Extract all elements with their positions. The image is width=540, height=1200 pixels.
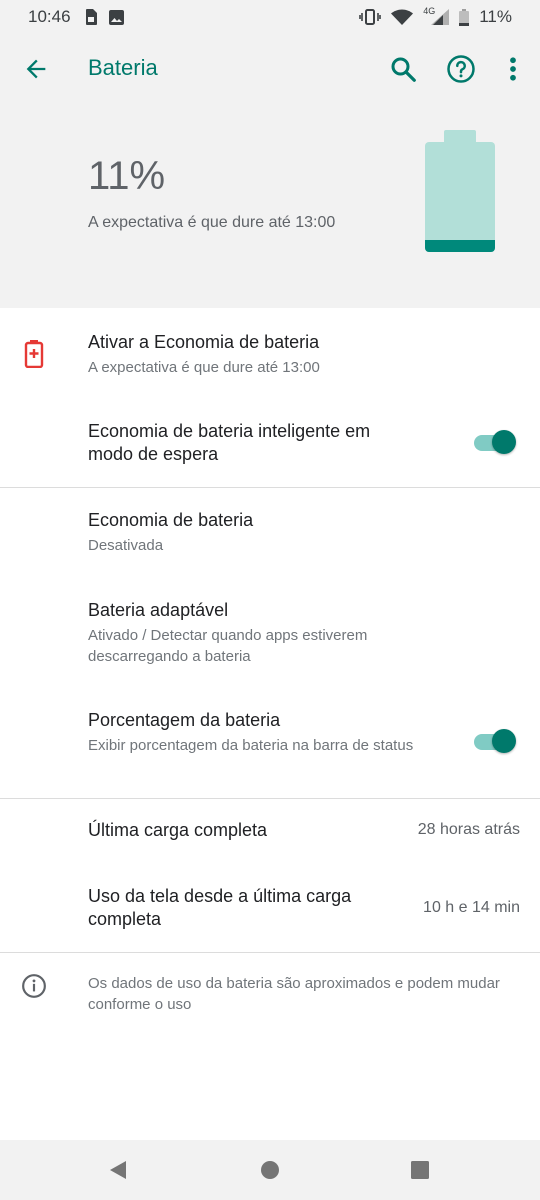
item-title: Uso da tela desde a última carga complet… — [88, 886, 352, 929]
adaptive-battery-item[interactable]: Bateria adaptável Ativado / Detectar qua… — [0, 580, 540, 680]
item-title: Bateria adaptável — [88, 600, 229, 620]
usage-disclaimer: Os dados de uso da bateria são aproximad… — [88, 975, 500, 1013]
status-bar: 10:46 4G 11% — [0, 0, 540, 34]
battery-status-icon — [459, 8, 470, 26]
divider — [0, 487, 540, 488]
item-subtitle: A expectativa é que dure até 13:00 — [88, 359, 320, 376]
activate-battery-saver-item[interactable]: Ativar a Economia de bateria A expectati… — [0, 308, 540, 396]
battery-alert-icon — [24, 340, 44, 368]
item-subtitle: Ativado / Detectar quando apps estiverem… — [88, 627, 368, 665]
page-title: Bateria — [88, 55, 158, 80]
app-bar: Bateria — [0, 34, 540, 104]
info-icon — [22, 974, 46, 998]
battery-estimate: A expectativa é que dure até 13:00 — [88, 214, 336, 231]
nav-home-icon[interactable] — [258, 1158, 282, 1182]
item-title: Porcentagem da bateria — [88, 710, 281, 730]
nav-recents-icon[interactable] — [408, 1158, 432, 1182]
sim-card-icon — [85, 9, 97, 25]
more-options-icon[interactable] — [500, 54, 526, 84]
item-subtitle: Desativada — [88, 537, 164, 554]
battery-saver-item[interactable]: Economia de bateria Desativada — [0, 490, 540, 575]
battery-percentage-toggle[interactable] — [474, 728, 516, 754]
navigation-bar — [0, 1140, 540, 1200]
smart-standby-item[interactable]: Economia de bateria inteligente em modo … — [0, 406, 540, 486]
battery-graphic-cap — [444, 130, 476, 142]
item-title: Última carga completa — [88, 820, 268, 840]
search-icon[interactable] — [388, 54, 418, 84]
cell-signal-icon — [431, 9, 450, 25]
vibrate-icon — [359, 9, 382, 25]
status-time: 10:46 — [28, 7, 71, 26]
item-title: Economia de bateria — [88, 510, 254, 530]
battery-percentage: 11% — [88, 154, 166, 198]
screen-usage-value: 10 h e 14 min — [423, 899, 520, 916]
battery-header: 11% A expectativa é que dure até 13:00 — [0, 104, 540, 308]
smart-standby-toggle[interactable] — [474, 429, 516, 455]
image-icon — [108, 9, 124, 25]
item-title: Economia de bateria inteligente em modo … — [88, 421, 371, 464]
battery-status-label: 11% — [479, 7, 512, 26]
divider — [0, 952, 540, 953]
divider — [0, 798, 540, 799]
nav-back-icon[interactable] — [106, 1158, 130, 1182]
last-charge-value: 28 horas atrás — [417, 821, 520, 838]
back-arrow-icon[interactable] — [22, 55, 50, 83]
screen-usage-item: Uso da tela desde a última carga complet… — [0, 874, 540, 950]
battery-graphic — [425, 142, 495, 252]
item-subtitle: Exibir porcentagem da bateria na barra d… — [88, 737, 414, 754]
battery-graphic-fill — [425, 239, 495, 252]
last-full-charge-item: Última carga completa 28 horas atrás — [0, 800, 540, 866]
wifi-icon — [391, 9, 414, 25]
item-title: Ativar a Economia de bateria — [88, 332, 320, 352]
battery-percentage-item[interactable]: Porcentagem da bateria Exibir porcentage… — [0, 690, 540, 790]
help-icon[interactable] — [446, 54, 476, 84]
